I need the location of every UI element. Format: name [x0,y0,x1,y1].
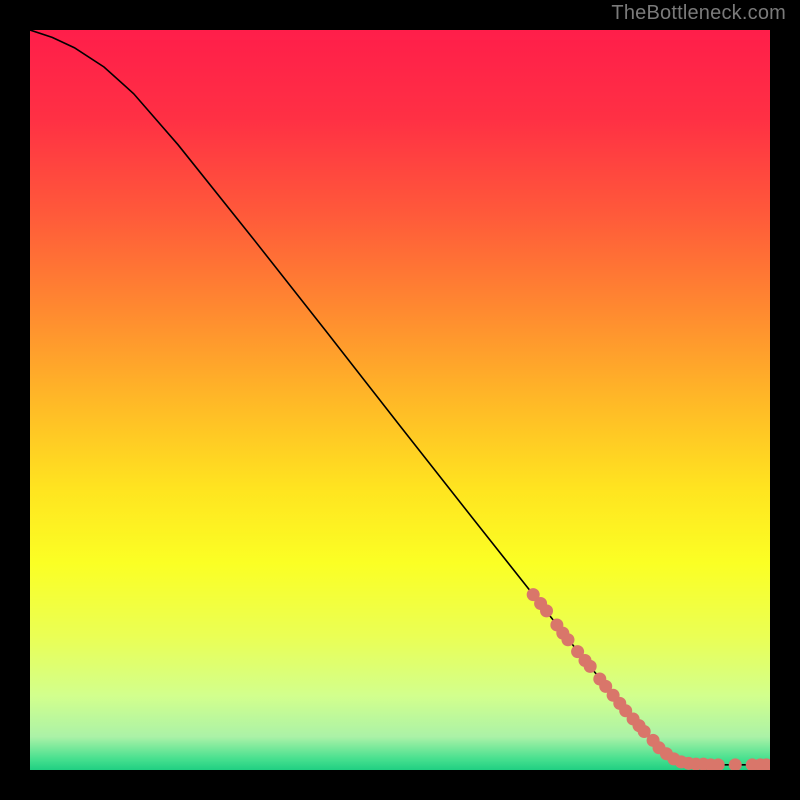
watermark-text: TheBottleneck.com [611,2,786,25]
data-point [561,633,574,646]
chart-background [30,30,770,770]
chart-svg [30,30,770,770]
plot-area [30,30,770,770]
data-point [584,660,597,673]
chart-frame: TheBottleneck.com [0,0,800,800]
data-point [540,604,553,617]
